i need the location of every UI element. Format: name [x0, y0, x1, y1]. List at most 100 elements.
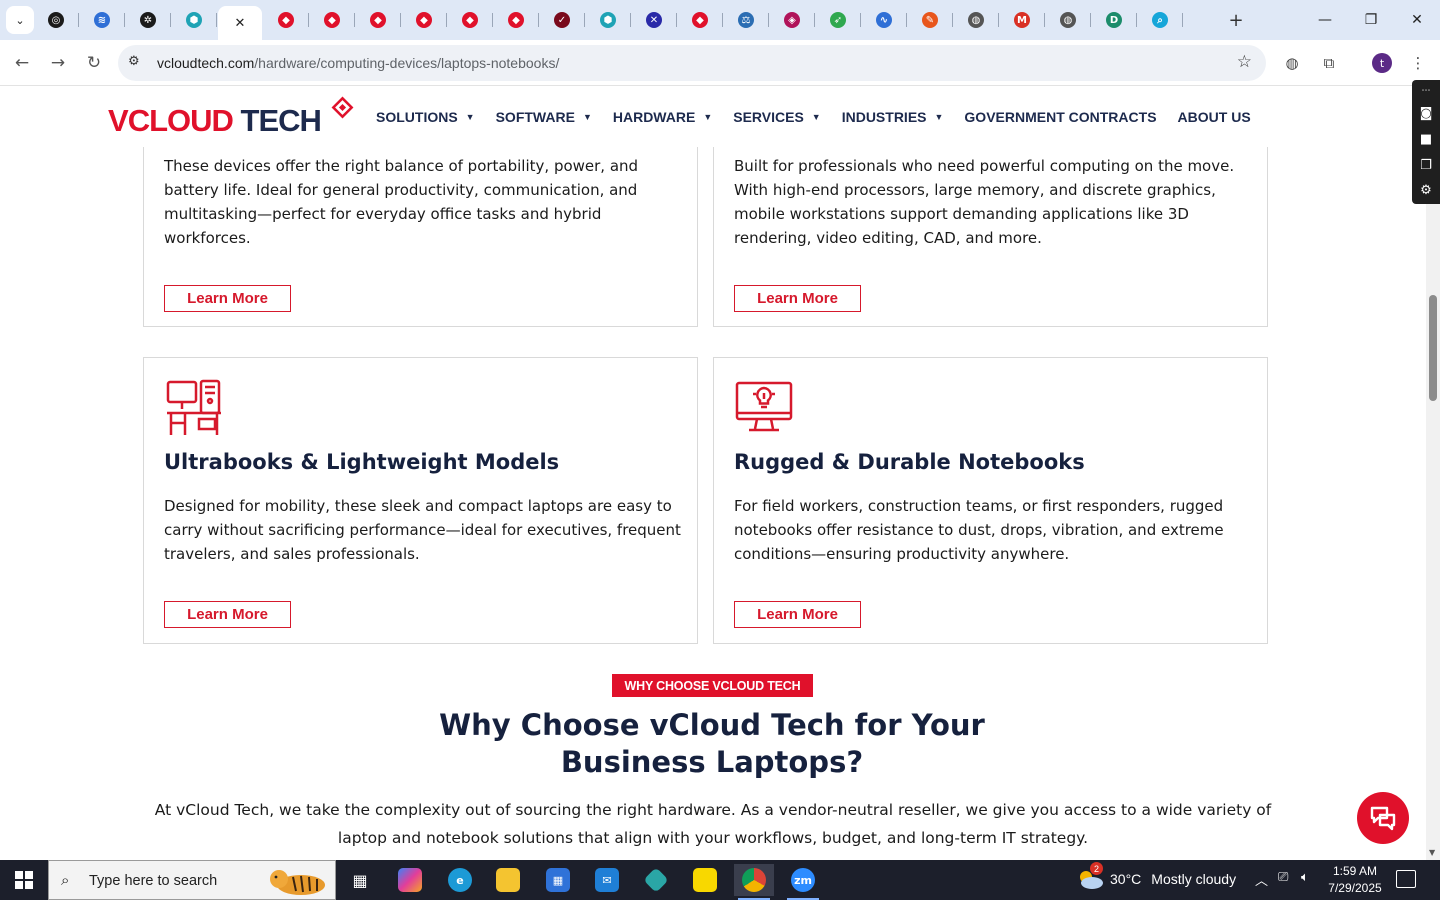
extensions-icon[interactable]: ⧉ [1316, 50, 1342, 76]
learn-more-button[interactable]: Learn More [734, 285, 861, 312]
learn-more-button[interactable]: Learn More [734, 601, 861, 628]
window-copy-icon[interactable]: ❐ [1417, 156, 1435, 174]
browser-tab[interactable]: ✎ [908, 6, 953, 34]
learn-more-button[interactable]: Learn More [164, 285, 291, 312]
browser-tab[interactable]: M [1000, 6, 1045, 34]
browser-tab[interactable]: ◆ [356, 6, 401, 34]
task-view-icon: ▦ [352, 870, 368, 890]
gmail-icon: M [1014, 12, 1030, 28]
zoom-app[interactable]: zm [783, 864, 823, 900]
mail-app[interactable]: ✉ [587, 864, 627, 896]
close-window-button[interactable]: ✕ [1394, 0, 1440, 40]
windows-logo-icon [15, 871, 33, 889]
browser-tab[interactable]: ◆ [402, 6, 447, 34]
nav-item-solutions[interactable]: SOLUTIONS ▼ [376, 109, 475, 125]
browser-tab[interactable]: ◆ [264, 6, 309, 34]
browser-tab[interactable]: ⚖ [724, 6, 769, 34]
browser-tab[interactable]: ◆ [494, 6, 539, 34]
bookmark-star-icon[interactable]: ☆ [1237, 52, 1252, 72]
link-dots-icon[interactable]: ⋯ [1417, 82, 1435, 100]
browser-tab[interactable]: ⬢ [586, 6, 631, 34]
diamond-tag-icon: ◆ [370, 12, 386, 28]
tab-separator [1182, 13, 1183, 27]
diamond-tag-icon: ◆ [462, 12, 478, 28]
chevron-up-icon[interactable]: ︿ [1255, 870, 1268, 889]
browser-tab[interactable]: ✓ [540, 6, 585, 34]
close-tab-icon[interactable]: ✕ [235, 16, 246, 31]
tab-search-button[interactable]: ⌄ [6, 6, 34, 34]
store-app[interactable]: ▦ [538, 864, 578, 896]
browser-menu-icon[interactable]: ⋮ [1405, 50, 1431, 76]
browser-tab[interactable]: ◎ [34, 6, 79, 34]
card-ultrabooks: Ultrabooks & Lightweight Models Designed… [143, 357, 698, 644]
file-explorer-app[interactable] [488, 864, 528, 896]
browser-tab[interactable]: ◈ [770, 6, 815, 34]
scrollbar-thumb[interactable] [1429, 295, 1437, 401]
browser-tab[interactable]: ◆ [310, 6, 355, 34]
browser-tab[interactable]: ◍ [954, 6, 999, 34]
scroll-down-icon[interactable]: ▼ [1429, 848, 1435, 857]
new-tab-button[interactable]: + [1224, 8, 1248, 32]
profile-avatar[interactable]: t [1372, 53, 1392, 73]
browser-tab[interactable]: ◆ [678, 6, 723, 34]
nav-item-about-us[interactable]: ABOUT US [1178, 109, 1251, 125]
gear-icon[interactable]: ⚙ [1417, 181, 1435, 199]
nav-item-government-contracts[interactable]: GOVERNMENT CONTRACTS [964, 109, 1156, 125]
reload-button[interactable]: ↻ [80, 49, 108, 77]
browser-tab[interactable]: ∿ [862, 6, 907, 34]
browser-tab[interactable]: ✲ [126, 6, 171, 34]
address-bar[interactable]: ⚙ vcloudtech.com/hardware/computing-devi… [118, 45, 1266, 81]
nav-item-hardware[interactable]: HARDWARE ▼ [613, 109, 712, 125]
task-view-button[interactable]: ▦ [340, 864, 380, 896]
taskbar-search-box[interactable]: ⌕ Type here to search [48, 860, 336, 900]
translate-icon[interactable]: ◍ [1279, 50, 1305, 76]
browser-tab[interactable]: ⬢ [172, 6, 217, 34]
nav-label: SERVICES [733, 109, 804, 125]
video-camera-icon[interactable]: ■ [1417, 130, 1435, 148]
card-title: Rugged & Durable Notebooks [734, 450, 1085, 474]
browser-tab[interactable]: ◍ [1046, 6, 1091, 34]
hexagon-app[interactable] [636, 864, 676, 896]
tab-separator [630, 13, 631, 27]
checkmark-v-icon: ✓ [554, 12, 570, 28]
chat-widget-button[interactable] [1357, 792, 1409, 844]
start-button[interactable] [0, 860, 48, 900]
camera-icon[interactable]: ◙ [1417, 104, 1435, 122]
chrome-app[interactable] [734, 864, 774, 900]
browser-tab[interactable]: ◆ [448, 6, 493, 34]
nav-item-industries[interactable]: INDUSTRIES ▼ [842, 109, 944, 125]
system-clock[interactable]: 1:59 AM 7/29/2025 [1322, 863, 1388, 897]
minimize-button[interactable]: — [1302, 0, 1348, 40]
copilot-icon [398, 868, 422, 892]
restore-button[interactable]: ❐ [1348, 0, 1394, 40]
address-url[interactable]: vcloudtech.com/hardware/computing-device… [157, 55, 559, 71]
tab-separator [722, 13, 723, 27]
forward-button[interactable]: → [44, 49, 72, 77]
caret-down-icon: ▼ [934, 112, 944, 122]
browser-tab[interactable]: ✕ [632, 6, 677, 34]
pulse-icon: ∿ [876, 12, 892, 28]
caret-down-icon: ▼ [703, 112, 713, 122]
browser-tab[interactable]: ≋ [80, 6, 125, 34]
copilot-app[interactable] [390, 864, 430, 896]
volume-icon[interactable]: 🔈︎ [1301, 870, 1309, 885]
search-icon: ⌕ [61, 871, 70, 889]
site-settings-icon[interactable]: ⚙ [128, 54, 140, 69]
site-logo[interactable]: VCLOUD TECH [108, 95, 358, 143]
browser-tab[interactable]: ⌕ [1138, 6, 1183, 34]
nav-item-software[interactable]: SOFTWARE ▼ [496, 109, 592, 125]
tab-separator [1136, 13, 1137, 27]
browser-tab[interactable]: ➶ [816, 6, 861, 34]
weather-widget[interactable]: 2 30°C Mostly cloudy [1076, 862, 1236, 890]
sticky-notes-app[interactable] [685, 864, 725, 896]
nav-label: SOFTWARE [495, 109, 575, 125]
back-button[interactable]: ← [8, 49, 36, 77]
notification-center-icon[interactable] [1396, 870, 1416, 888]
nav-item-services[interactable]: SERVICES ▼ [733, 109, 820, 125]
browser-tab[interactable]: ✕ [218, 6, 262, 40]
learn-more-button[interactable]: Learn More [164, 601, 291, 628]
edge-app[interactable]: e [440, 864, 480, 896]
network-icon[interactable]: ⎚ [1278, 870, 1288, 885]
browser-tab[interactable]: D [1092, 6, 1137, 34]
scales-icon: ⚖ [738, 12, 754, 28]
